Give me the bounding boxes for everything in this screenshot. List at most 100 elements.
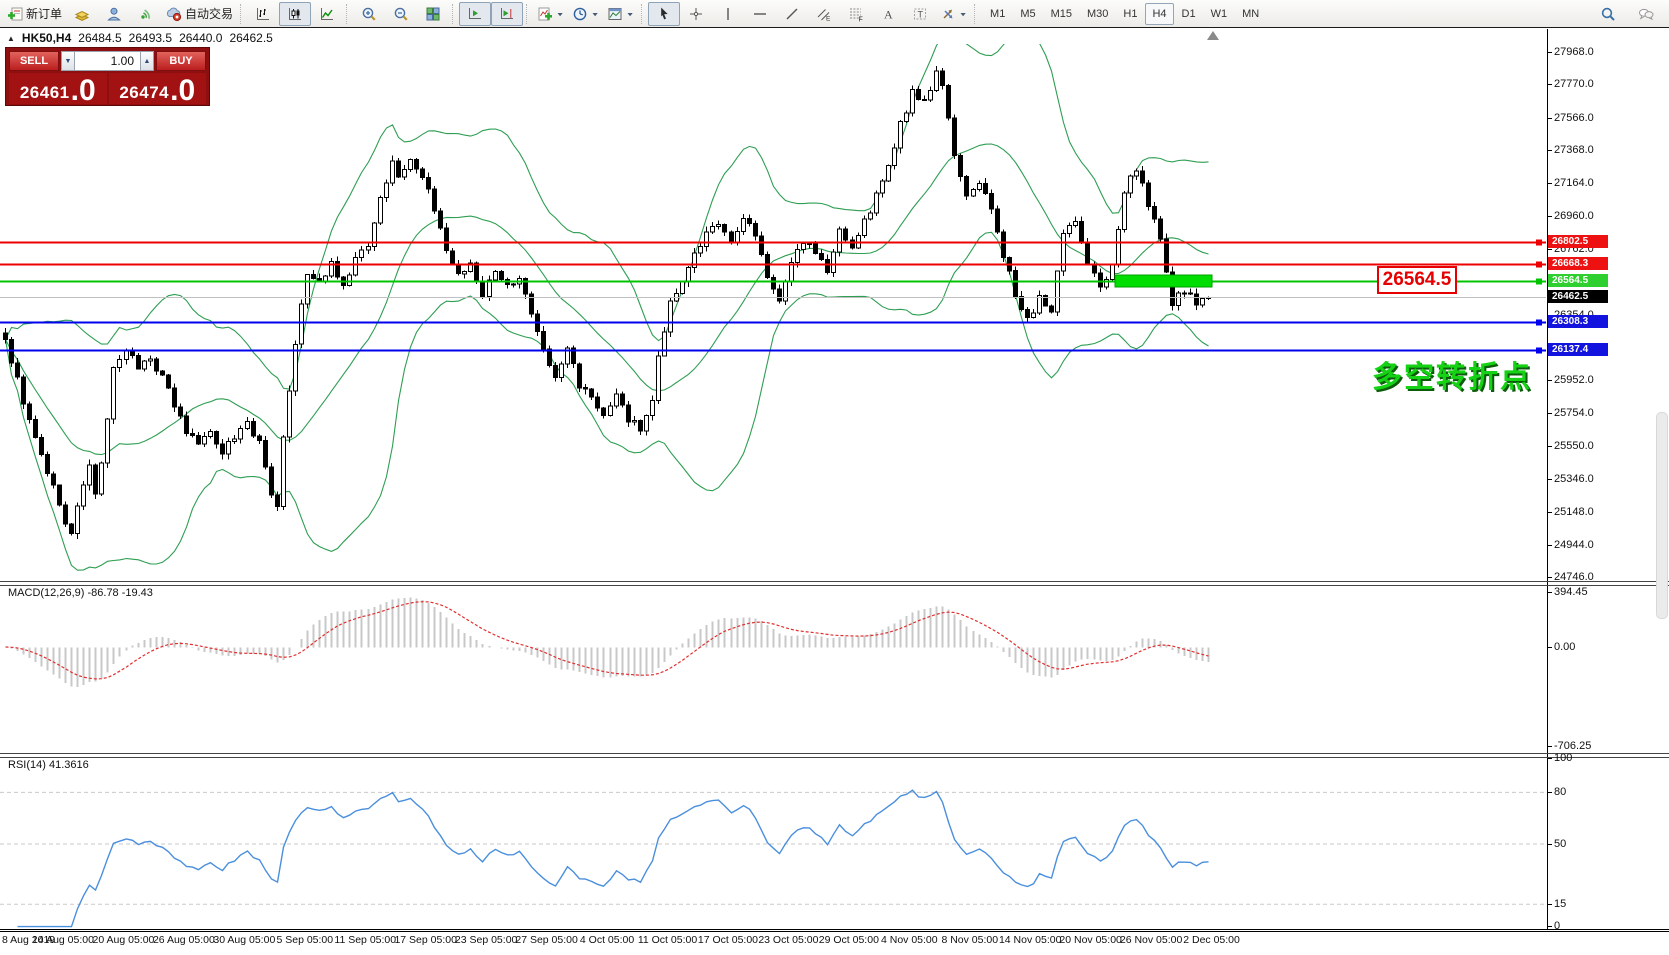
fibonacci-icon: F <box>848 6 864 22</box>
signals-button[interactable] <box>130 2 162 26</box>
toolbar-separator <box>452 4 456 24</box>
buy-button[interactable]: BUY <box>156 51 206 71</box>
dropdown-arrow-icon[interactable] <box>556 7 564 21</box>
timeframe-mn[interactable]: MN <box>1235 3 1266 25</box>
horizontal-line-icon <box>752 6 768 22</box>
auto-scroll-button[interactable] <box>459 2 491 26</box>
timeframe-m5[interactable]: M5 <box>1013 3 1042 25</box>
zoom-out-button[interactable] <box>385 2 417 26</box>
volume-input[interactable]: 1.00 <box>75 51 140 71</box>
bar-chart-icon <box>255 6 271 22</box>
search-button[interactable] <box>1592 2 1624 26</box>
vertical-line-button[interactable] <box>712 2 744 26</box>
indicators-button[interactable] <box>533 2 568 26</box>
timeframe-m15[interactable]: M15 <box>1044 3 1079 25</box>
svg-text:T: T <box>918 9 924 19</box>
trendline-icon <box>784 6 800 22</box>
chart-stack-icon <box>74 6 90 22</box>
zoom-in-button[interactable] <box>353 2 385 26</box>
cursor-button[interactable] <box>648 2 680 26</box>
text-button[interactable]: A <box>872 2 904 26</box>
toolbar-separator <box>240 4 244 24</box>
chat-icon <box>1638 6 1654 22</box>
trendline-button[interactable] <box>776 2 808 26</box>
timeframe-w1[interactable]: W1 <box>1204 3 1235 25</box>
dropdown-arrow-icon[interactable] <box>959 7 967 21</box>
tile-windows-button[interactable] <box>417 2 449 26</box>
profiles-button[interactable] <box>98 2 130 26</box>
line-chart-icon <box>319 6 335 22</box>
channel-button[interactable]: E <box>808 2 840 26</box>
cursor-icon <box>656 6 672 22</box>
chat-button[interactable] <box>1630 2 1662 26</box>
templates-button[interactable] <box>603 2 638 26</box>
timeframe-d1[interactable]: D1 <box>1175 3 1203 25</box>
chart-shift-icon <box>499 6 515 22</box>
annotation-text[interactable]: 多空转折点 <box>1372 352 1532 396</box>
shapes-icon <box>940 6 956 22</box>
volume-up-button[interactable]: ▲ <box>140 51 154 71</box>
toolbar-separator <box>526 4 530 24</box>
chart-canvas[interactable] <box>0 28 1669 950</box>
autotrading-button[interactable]: 自动交易 <box>162 2 237 26</box>
bollinger-bands <box>6 28 1209 570</box>
auto-scroll-icon <box>467 6 483 22</box>
candlestick-button[interactable] <box>279 2 311 26</box>
clock-icon <box>572 6 588 22</box>
toolbar-right <box>1592 2 1666 26</box>
svg-text:A: A <box>884 7 893 21</box>
vertical-scrollbar-thumb[interactable] <box>1656 412 1668 619</box>
zoom-out-icon <box>393 6 409 22</box>
autotrading-icon <box>166 6 182 22</box>
label-button[interactable]: T <box>904 2 936 26</box>
template-icon <box>607 6 623 22</box>
autotrading-button-label: 自动交易 <box>185 5 233 22</box>
crosshair-button[interactable] <box>680 2 712 26</box>
toolbar-separator <box>974 4 978 24</box>
toolbar-separator <box>641 4 645 24</box>
bar-chart-button[interactable] <box>247 2 279 26</box>
sell-button[interactable]: SELL <box>9 51 59 71</box>
chart-shift-marker <box>1207 31 1219 40</box>
new-order-icon <box>7 6 23 22</box>
sell-price[interactable]: 26461 .0 <box>9 73 107 104</box>
indicators-icon <box>537 6 553 22</box>
zoom-in-icon <box>361 6 377 22</box>
new-order-button[interactable]: 新订单 <box>3 2 66 26</box>
highlight-bar <box>1115 275 1212 287</box>
search-icon <box>1600 6 1616 22</box>
horizontal-line-button[interactable] <box>744 2 776 26</box>
highlight-price-label[interactable]: 26564.5 <box>1377 266 1457 294</box>
macd-histogram <box>12 598 1209 687</box>
svg-text:F: F <box>859 16 863 22</box>
rsi-line <box>18 790 1209 926</box>
dropdown-arrow-icon[interactable] <box>626 7 634 21</box>
timeframe-h1[interactable]: H1 <box>1116 3 1144 25</box>
periods-button[interactable] <box>568 2 603 26</box>
buy-price[interactable]: 26474 .0 <box>109 73 207 104</box>
volume-down-button[interactable]: ▼ <box>61 51 75 71</box>
vertical-line-icon <box>720 6 736 22</box>
candlestick-icon <box>287 6 303 22</box>
one-click-trading-panel: SELL ▼ 1.00 ▲ BUY 26461 .0 26474 .0 <box>5 47 210 106</box>
timeframe-group: M1M5M15M30H1H4D1W1MN <box>983 3 1266 25</box>
chart-shift-button[interactable] <box>491 2 523 26</box>
new-order-button-label: 新订单 <box>26 5 62 22</box>
crosshair-icon <box>688 6 704 22</box>
label-t-icon: T <box>912 6 928 22</box>
shapes-button[interactable] <box>936 2 971 26</box>
market-watch-button[interactable] <box>66 2 98 26</box>
toolbar-buttons: 新订单 自动交易 E F A T <box>3 2 981 26</box>
timeframe-m30[interactable]: M30 <box>1080 3 1115 25</box>
fibonacci-button[interactable]: F <box>840 2 872 26</box>
dropdown-arrow-icon[interactable] <box>591 7 599 21</box>
svg-text:E: E <box>826 15 831 22</box>
timeframe-h4[interactable]: H4 <box>1145 3 1173 25</box>
text-a-icon: A <box>880 6 896 22</box>
tile-windows-icon <box>425 6 441 22</box>
signal-icon <box>138 6 154 22</box>
main-toolbar: 新订单 自动交易 E F A T M1M5M15M30H1H4D1W1MN <box>0 0 1669 28</box>
line-chart-button[interactable] <box>311 2 343 26</box>
toolbar-separator <box>346 4 350 24</box>
timeframe-m1[interactable]: M1 <box>983 3 1012 25</box>
